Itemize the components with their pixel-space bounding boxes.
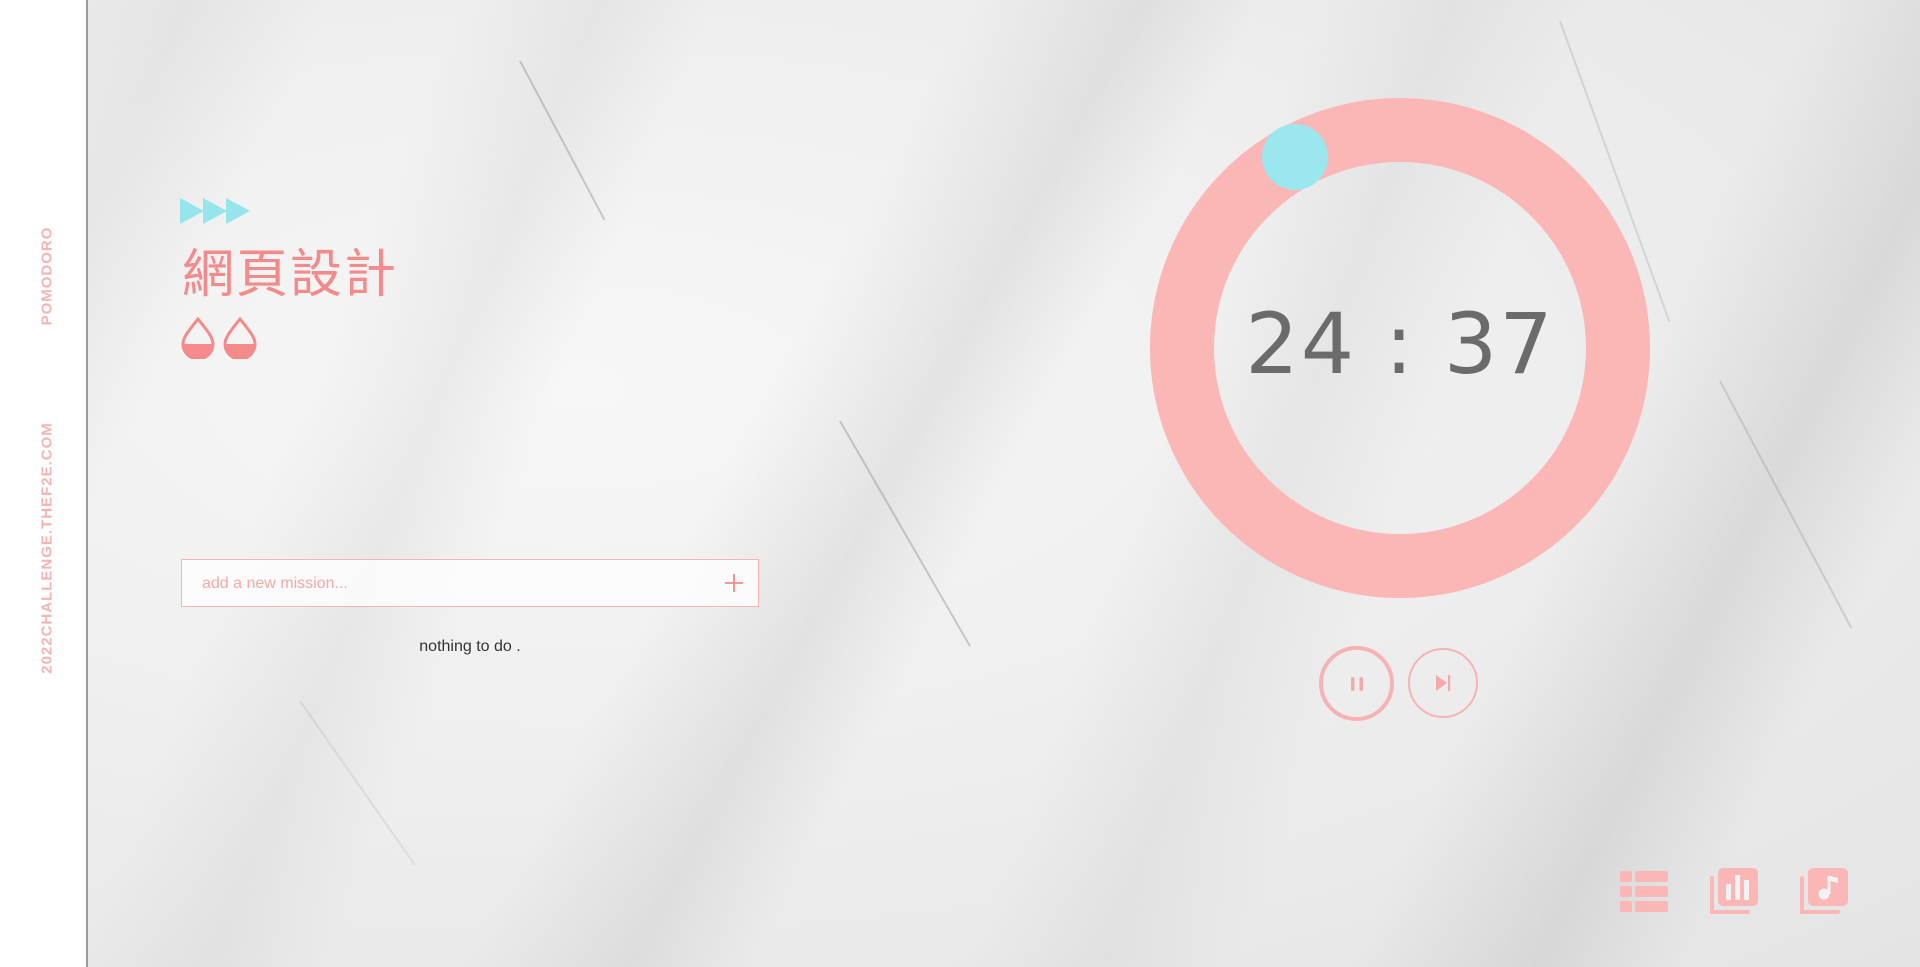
brand-label: POMODORO	[38, 226, 56, 326]
music-icon[interactable]	[1798, 866, 1850, 918]
skip-next-icon	[1436, 675, 1451, 691]
empty-list-message: nothing to do .	[419, 638, 521, 655]
triple-play-arrow-icon	[180, 198, 250, 224]
plus-icon[interactable]	[722, 571, 746, 595]
current-mission-title: 網頁設計	[182, 245, 399, 305]
sidebar: POMODORO 2022CHALLENGE.THEF2E.COM	[0, 0, 88, 967]
mission-input[interactable]	[182, 560, 724, 607]
site-label: 2022CHALLENGE.THEF2E.COM	[38, 422, 56, 674]
drop-icon	[181, 317, 215, 359]
pause-button[interactable]	[1319, 646, 1394, 721]
skip-button[interactable]	[1408, 648, 1478, 718]
pomodoro-count	[180, 317, 258, 359]
progress-knob	[1262, 124, 1328, 190]
mission-input-box	[181, 559, 759, 607]
drop-icon	[223, 317, 257, 359]
chart-icon[interactable]	[1708, 866, 1760, 918]
pause-icon	[1350, 676, 1363, 691]
timer-display: 24 : 37	[1245, 295, 1555, 393]
list-icon[interactable]	[1618, 866, 1670, 918]
